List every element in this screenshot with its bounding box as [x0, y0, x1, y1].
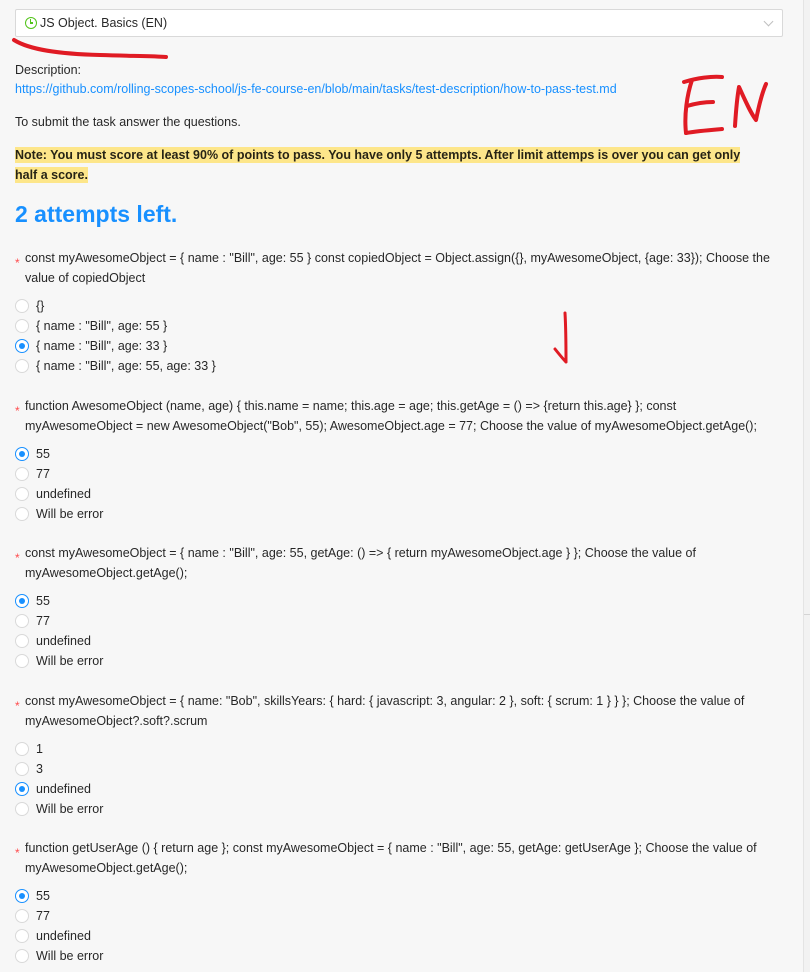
radio-button[interactable] — [15, 889, 29, 903]
question-text: function AwesomeObject (name, age) { thi… — [25, 399, 757, 433]
option-label: { name : "Bill", age: 55 } — [36, 319, 168, 333]
radio-option[interactable]: undefined — [15, 631, 775, 651]
radio-option[interactable]: {} — [15, 296, 775, 316]
red-underline-stroke — [12, 38, 168, 59]
note-text: Note: You must score at least 90% of poi… — [15, 147, 741, 183]
radio-button[interactable] — [15, 339, 29, 353]
question-1: * const myAwesomeObject = { name : "Bill"… — [15, 248, 775, 376]
radio-button[interactable] — [15, 929, 29, 943]
radio-button[interactable] — [15, 909, 29, 923]
option-label: {} — [36, 299, 45, 313]
question-text: function getUserAge () { return age }; c… — [25, 841, 757, 875]
radio-option[interactable]: 1 — [15, 739, 775, 759]
radio-group: 55 77 undefined Will be error — [15, 886, 775, 966]
radio-option[interactable]: 55 — [15, 886, 775, 906]
question-title: * function getUserAge () { return age }; … — [15, 838, 770, 878]
option-label: 77 — [36, 909, 50, 923]
task-select[interactable]: JS Object. Basics (EN) — [15, 9, 783, 37]
attempts-left: 2 attempts left. — [15, 201, 178, 227]
radio-option[interactable]: { name : "Bill", age: 55, age: 33 } — [15, 356, 775, 376]
required-asterisk: * — [15, 404, 20, 418]
option-label: undefined — [36, 487, 91, 501]
question-3: * const myAwesomeObject = { name : "Bill"… — [15, 543, 775, 671]
option-label: undefined — [36, 634, 91, 648]
radio-button[interactable] — [15, 614, 29, 628]
question-5: * function getUserAge () { return age }; … — [15, 838, 775, 966]
option-label: Will be error — [36, 802, 104, 816]
radio-group: {} { name : "Bill", age: 55 } { name : "… — [15, 296, 775, 376]
option-label: { name : "Bill", age: 55, age: 33 } — [36, 359, 216, 373]
radio-option[interactable]: 3 — [15, 759, 775, 779]
description-label: Description: — [15, 63, 81, 77]
radio-option[interactable]: 55 — [15, 591, 775, 611]
question-title: * const myAwesomeObject = { name : "Bill"… — [15, 248, 770, 288]
required-asterisk: * — [15, 256, 20, 270]
radio-button[interactable] — [15, 359, 29, 373]
required-asterisk: * — [15, 846, 20, 860]
radio-button[interactable] — [15, 949, 29, 963]
radio-option[interactable]: Will be error — [15, 799, 775, 819]
question-title: * const myAwesomeObject = { name: "Bob", … — [15, 691, 770, 731]
option-label: Will be error — [36, 654, 104, 668]
option-label: undefined — [36, 929, 91, 943]
radio-button[interactable] — [15, 319, 29, 333]
radio-button[interactable] — [15, 487, 29, 501]
option-label: 1 — [36, 742, 43, 756]
radio-option[interactable]: undefined — [15, 484, 775, 504]
radio-button[interactable] — [15, 782, 29, 796]
radio-button[interactable] — [15, 507, 29, 521]
radio-group: 1 3 undefined Will be error — [15, 739, 775, 819]
radio-button[interactable] — [15, 467, 29, 481]
radio-option[interactable]: Will be error — [15, 946, 775, 966]
option-label: 3 — [36, 762, 43, 776]
radio-option[interactable]: 77 — [15, 611, 775, 631]
option-label: { name : "Bill", age: 33 } — [36, 339, 168, 353]
radio-option[interactable]: undefined — [15, 926, 775, 946]
radio-group: 55 77 undefined Will be error — [15, 591, 775, 671]
radio-button[interactable] — [15, 654, 29, 668]
radio-option[interactable]: 77 — [15, 906, 775, 926]
radio-option[interactable]: Will be error — [15, 651, 775, 671]
option-label: Will be error — [36, 949, 104, 963]
radio-button[interactable] — [15, 299, 29, 313]
radio-option[interactable]: 77 — [15, 464, 775, 484]
radio-button[interactable] — [15, 802, 29, 816]
option-label: undefined — [36, 782, 91, 796]
option-label: 55 — [36, 889, 50, 903]
radio-option[interactable]: { name : "Bill", age: 33 } — [15, 336, 775, 356]
radio-option[interactable]: 55 — [15, 444, 775, 464]
radio-group: 55 77 undefined Will be error — [15, 444, 775, 524]
required-asterisk: * — [15, 699, 20, 713]
option-label: 77 — [36, 467, 50, 481]
question-4: * const myAwesomeObject = { name: "Bob", … — [15, 691, 775, 819]
description-link[interactable]: https://github.com/rolling-scopes-school… — [15, 82, 617, 96]
question-text: const myAwesomeObject = { name : "Bill",… — [25, 546, 696, 580]
option-label: 55 — [36, 447, 50, 461]
task-select-value: JS Object. Basics (EN) — [40, 16, 168, 30]
radio-button[interactable] — [15, 634, 29, 648]
radio-button[interactable] — [15, 447, 29, 461]
handwritten-en-text — [682, 74, 768, 135]
required-asterisk: * — [15, 551, 20, 565]
note-banner: Note: You must score at least 90% of poi… — [15, 145, 755, 185]
clock-icon — [25, 17, 37, 29]
question-text: const myAwesomeObject = { name: "Bob", s… — [25, 694, 745, 728]
question-title: * function AwesomeObject (name, age) { th… — [15, 396, 770, 436]
question-text: const myAwesomeObject = { name : "Bill",… — [25, 251, 770, 285]
submit-instructions: To submit the task answer the questions. — [15, 115, 241, 129]
radio-button[interactable] — [15, 742, 29, 756]
scrollbar[interactable] — [803, 0, 810, 972]
radio-option[interactable]: Will be error — [15, 504, 775, 524]
option-label: 55 — [36, 594, 50, 608]
option-label: 77 — [36, 614, 50, 628]
chevron-down-icon — [763, 16, 774, 27]
radio-option[interactable]: { name : "Bill", age: 55 } — [15, 316, 775, 336]
radio-button[interactable] — [15, 594, 29, 608]
option-label: Will be error — [36, 507, 104, 521]
radio-option[interactable]: undefined — [15, 779, 775, 799]
radio-button[interactable] — [15, 762, 29, 776]
question-title: * const myAwesomeObject = { name : "Bill"… — [15, 543, 770, 583]
question-2: * function AwesomeObject (name, age) { th… — [15, 396, 775, 524]
